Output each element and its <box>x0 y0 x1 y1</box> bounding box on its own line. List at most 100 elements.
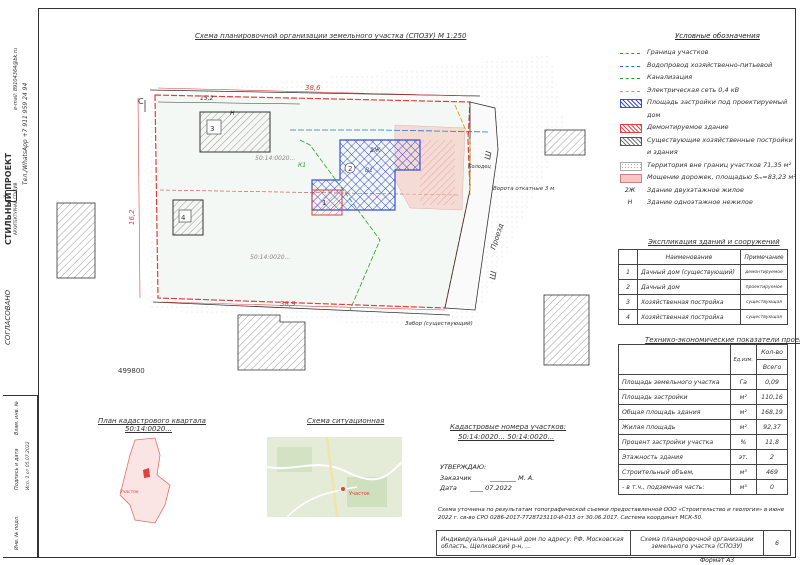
legend-swatch <box>620 149 640 156</box>
exp-cell-n: 1 <box>618 264 638 280</box>
tep-col-qty: Кол-во <box>756 344 788 360</box>
svg-text:2: 2 <box>348 165 352 173</box>
numbers-title: Кадастровые номера участков: <box>450 423 567 431</box>
exp-cell-n: 3 <box>618 294 638 310</box>
legend-swatch <box>620 124 642 133</box>
exp-col-note: Примечание <box>740 249 788 265</box>
approved-label: УТВЕРЖДАЮ: <box>440 463 487 471</box>
tep-cell-unit: м² <box>729 389 758 405</box>
legend-swatch <box>620 99 642 108</box>
legend-label: Площадь застройки под проектируемый <box>647 98 788 106</box>
legend-label: и здания <box>647 148 678 156</box>
customer-label: Заказчик <box>440 474 472 482</box>
site-plan: · 3 Н 4 2 2Ж 1 38,6 38,9 16,2 15,2 С 50 <box>56 55 590 375</box>
tep-row: Площадь земельного участка Га 0,09 <box>618 374 788 390</box>
podpis-label: Подпись и дата <box>14 448 20 490</box>
exp-col-name: Наименование <box>637 249 741 265</box>
exp-cell-note: существующая <box>740 294 788 310</box>
neighbour-building-left <box>56 202 96 279</box>
tep-cell-value: 168,19 <box>756 404 788 420</box>
sheet-number: 499800 <box>118 367 145 375</box>
legend-label: Канализация <box>647 73 693 81</box>
svg-text:2Ж: 2Ж <box>370 147 381 154</box>
label-k1: К1 <box>298 162 306 169</box>
tep-cell-unit: эт. <box>729 449 758 465</box>
cadastral-map: Участок <box>119 437 171 524</box>
exp-cell-name: Хозяйственная постройка <box>637 294 741 310</box>
situation-title: Схема ситуационная <box>307 417 385 425</box>
tep-row: Строительный объем, м³ 469 <box>618 464 788 480</box>
tep-cell-name: - в т.ч., подземная часть: <box>618 479 731 495</box>
legend-label: Существующие хозяйственные постройки <box>647 135 793 144</box>
survey-note: Схема уточнена по результатам топографич… <box>438 507 785 521</box>
tep-cell-unit: м³ <box>729 464 758 480</box>
map-plot-label: Участок <box>349 491 370 497</box>
tep-row: - в т.ч., подземная часть: м³ 0 <box>618 479 788 495</box>
tep-cell-name: Процент застройки участка <box>618 434 731 450</box>
numbers-value: 50:14:0020... 50:14:0020... <box>458 433 555 441</box>
legend-swatch <box>620 49 640 54</box>
tep-row: Жилая площадь м² 92,37 <box>618 419 788 435</box>
tep-title: Технико-экономические показатели проекта <box>645 336 800 344</box>
tep-cell-name: Общая площадь здания <box>618 404 731 420</box>
tep-cell-unit: % <box>729 434 758 450</box>
stamp-sheet-name: Схема планировочной организации земельно… <box>630 530 764 556</box>
tep-cell-unit: Га <box>729 374 758 390</box>
exp-cell-note: проектируемое <box>740 279 788 295</box>
ispolnil-label: Исп. 1 от 05.07.2022 <box>26 441 31 490</box>
tep-cell-unit: м² <box>729 419 758 435</box>
exp-cell-name: Хозяйственная постройка <box>637 309 741 325</box>
exp-cell-note: существующая <box>740 309 788 325</box>
tep-cell-name: Площадь застройки <box>618 389 731 405</box>
main-title: Схема планировочной организации земельно… <box>195 32 467 40</box>
tep-row: Площадь застройки м² 110,16 <box>618 389 788 405</box>
dim-left: 16,2 <box>128 209 136 225</box>
explication-table: Наименование Примечание 1 Дачный дом (сущ… <box>618 249 788 325</box>
legend-label: Демонтируемое здание <box>647 123 729 131</box>
legend-swatch <box>620 87 640 92</box>
exp-cell-name: Дачный дом <box>637 279 741 295</box>
stamp-page: 6 <box>763 530 791 556</box>
agreed-label: СОГЛАСОВАНО <box>4 289 12 345</box>
legend-swatch <box>620 136 642 146</box>
stamp-project: Индивидуальный дачный дом по адресу: РФ,… <box>436 530 631 556</box>
svg-text:3: 3 <box>210 125 214 133</box>
company-phone: Тел./WhatsApp +7 911 959 24 94 <box>22 82 29 185</box>
legend-swatch <box>620 174 642 183</box>
company-name: СТИЛЬНЫЙ ПРОЕКТ <box>4 152 13 245</box>
legend-swatch: 2Ж <box>624 186 636 194</box>
neighbour-building-bottom <box>237 314 306 371</box>
legend-label: Здание одноэтажное нежилое <box>647 198 753 206</box>
exp-cell-note: демонтируемое <box>740 264 788 280</box>
tep-cell-value: 469 <box>756 464 788 480</box>
cad-plot-label: Участок <box>120 489 139 495</box>
dim-bottom: 38,9 <box>280 300 296 308</box>
tep-cell-value: 0 <box>756 479 788 495</box>
tep-cell-name: Жилая площадь <box>618 419 731 435</box>
legend-swatch <box>620 112 640 119</box>
tep-cell-value: 110,16 <box>756 389 788 405</box>
cadastral-num: 50:14:0020... <box>125 425 173 433</box>
tep-cell-unit: м³ <box>729 479 758 495</box>
tep-cell-value: 0,09 <box>756 374 788 390</box>
situation-map: Участок <box>267 437 402 517</box>
tep-cell-unit: м² <box>729 404 758 420</box>
explication-row: 3 Хозяйственная постройка существующая <box>618 294 788 310</box>
explication-row: 1 Дачный дом (существующий) демонтируемое <box>618 264 788 280</box>
sheet-format: Формат А3 <box>700 557 735 564</box>
exp-cell-name: Дачный дом (существующий) <box>637 264 741 280</box>
title-block: Индивидуальный дачный дом по адресу: РФ,… <box>436 530 791 556</box>
inv-podl-label: Инв. № подл. <box>14 515 20 551</box>
legend-swatch: Н <box>627 199 633 206</box>
legend-swatch <box>620 62 640 67</box>
tep-col-unit: Ед.изм. <box>729 344 758 375</box>
tep-col-total: Всего <box>756 359 788 375</box>
tep-cell-name: Этажность здания <box>618 449 731 465</box>
tep-row: Этажность здания эт. 2 <box>618 449 788 465</box>
date-value: ____ 07.2022 <box>470 484 512 492</box>
tep-cell-name: Площадь земельного участка <box>618 374 731 390</box>
vzam-label: Взам. инв. № <box>14 401 20 435</box>
svg-text:1: 1 <box>322 199 326 207</box>
explication-row: 4 Хозяйственная постройка существующая <box>618 309 788 325</box>
lot-num-top: 50:14:0020... <box>255 155 295 162</box>
